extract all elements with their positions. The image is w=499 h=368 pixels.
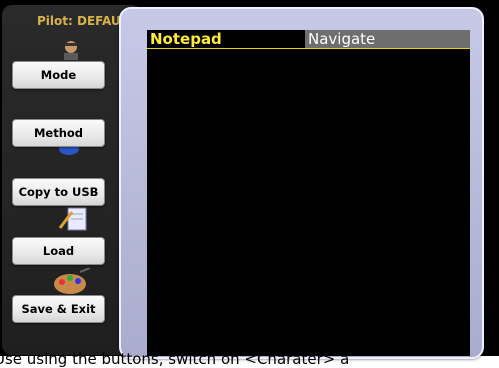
method-button[interactable]: Method [12,119,105,147]
pilot-label: Pilot: DEFAULT [37,14,127,28]
save-exit-button[interactable]: Save & Exit [12,295,105,323]
tab-notepad[interactable]: Notepad [147,30,305,48]
palette-icon [52,267,92,298]
notepad-icon [58,202,88,236]
copy-to-usb-button[interactable]: Copy to USB [12,178,105,206]
status-text: Use using the buttons, switch on <Charat… [0,352,350,368]
mode-button[interactable]: Mode [12,61,105,89]
load-button[interactable]: Load [12,237,105,265]
notepad-text-area[interactable]: Notepad Navigate [147,30,470,356]
tab-navigate[interactable]: Navigate [305,30,470,48]
tab-strip: Notepad Navigate [147,30,470,49]
